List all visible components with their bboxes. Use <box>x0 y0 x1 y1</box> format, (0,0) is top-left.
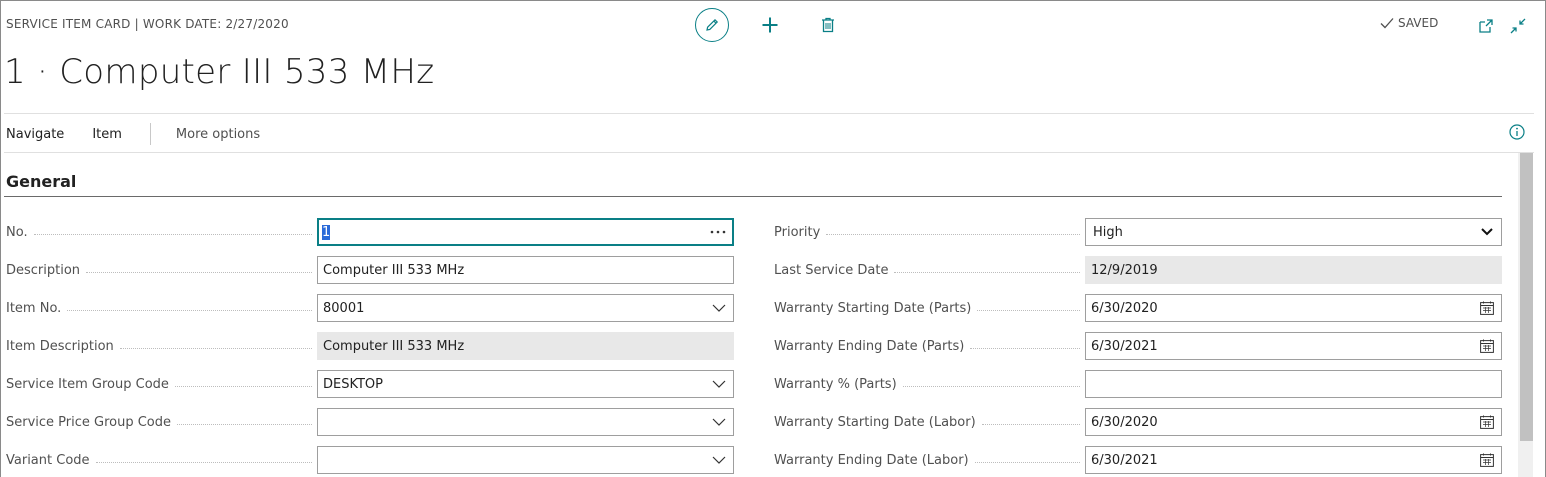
warranty-ending-date-parts-input[interactable]: 6/30/2021 <box>1085 332 1502 360</box>
item-no-dropdown-button[interactable] <box>705 295 733 321</box>
field-label-warranty-ending-date-parts: Warranty Ending Date (Parts) <box>774 332 1080 360</box>
last-service-date-field: 12/9/2019 <box>1085 256 1502 284</box>
service-item-group-code-dropdown-button[interactable] <box>705 371 733 397</box>
variant-code-dropdown-button[interactable] <box>705 447 733 473</box>
service-item-group-code-input[interactable]: DESKTOP <box>317 370 734 398</box>
item-no-input[interactable]: 80001 <box>317 294 734 322</box>
delete-icon <box>822 17 834 33</box>
edit-icon <box>706 18 719 31</box>
no-input[interactable]: 1 <box>317 218 734 246</box>
warranty-starting-date-labor-value: 6/30/2020 <box>1091 414 1158 430</box>
chevron-down-icon <box>1481 228 1493 236</box>
info-button[interactable] <box>1509 124 1525 140</box>
warranty-ending-date-parts-calendar-button[interactable] <box>1473 333 1501 359</box>
warranty-ending-date-labor-calendar-button[interactable] <box>1473 447 1501 473</box>
warranty-ending-date-labor-value: 6/30/2021 <box>1091 452 1158 468</box>
calendar-icon <box>1480 453 1494 467</box>
page-caption: SERVICE ITEM CARD | WORK DATE: 2/27/2020 <box>6 17 289 31</box>
scrollbar-thumb[interactable] <box>1520 153 1533 441</box>
edit-button[interactable] <box>695 8 729 42</box>
warranty-starting-date-parts-value: 6/30/2020 <box>1091 300 1158 316</box>
calendar-icon <box>1480 339 1494 353</box>
warranty-starting-date-parts-calendar-button[interactable] <box>1473 295 1501 321</box>
priority-dropdown-button[interactable] <box>1473 219 1501 245</box>
field-label-warranty-ending-date-labor: Warranty Ending Date (Labor) <box>774 446 1080 474</box>
field-label-last-service-date: Last Service Date <box>774 256 1080 284</box>
chevron-down-icon <box>712 418 726 426</box>
field-label-item-no: Item No. <box>6 294 312 322</box>
chevron-down-icon <box>712 304 726 312</box>
field-label-warranty-percent-parts: Warranty % (Parts) <box>774 370 1080 398</box>
service-item-group-code-value: DESKTOP <box>323 376 384 392</box>
service-price-group-code-input[interactable] <box>317 408 734 436</box>
field-label-variant-code: Variant Code <box>6 446 312 474</box>
checkmark-icon <box>1380 18 1394 29</box>
field-label-no: No. <box>6 218 312 246</box>
warranty-starting-date-labor-input[interactable]: 6/30/2020 <box>1085 408 1502 436</box>
open-new-window-icon <box>1479 19 1493 33</box>
warranty-percent-parts-input[interactable] <box>1085 370 1502 398</box>
priority-value: High <box>1093 224 1123 240</box>
ellipsis-icon <box>710 230 726 234</box>
lookup-button[interactable] <box>704 220 732 244</box>
field-label-warranty-starting-date-parts: Warranty Starting Date (Parts) <box>774 294 1080 322</box>
warranty-starting-date-labor-calendar-button[interactable] <box>1473 409 1501 435</box>
item-description-field: Computer III 533 MHz <box>317 332 734 360</box>
description-value: Computer III 533 MHz <box>323 262 465 278</box>
header-divider <box>4 113 1534 114</box>
info-icon <box>1509 124 1525 140</box>
service-price-group-code-dropdown-button[interactable] <box>705 409 733 435</box>
action-bar: Navigate Item More options <box>6 122 288 146</box>
field-label-description: Description <box>6 256 312 284</box>
header-actions <box>695 8 843 42</box>
calendar-icon <box>1480 415 1494 429</box>
actionbar-divider <box>4 152 1534 153</box>
more-options-menu[interactable]: More options <box>176 127 260 142</box>
field-label-service-item-group-code: Service Item Group Code <box>6 370 312 398</box>
chevron-down-icon <box>712 456 726 464</box>
item-menu[interactable]: Item <box>92 127 122 142</box>
field-label-priority: Priority <box>774 218 1080 246</box>
collapse-icon <box>1510 18 1526 34</box>
new-button[interactable] <box>755 8 785 42</box>
priority-select[interactable]: High <box>1085 218 1502 246</box>
warranty-ending-date-parts-value: 6/30/2021 <box>1091 338 1158 354</box>
field-label-warranty-starting-date-labor: Warranty Starting Date (Labor) <box>774 408 1080 436</box>
item-no-value: 80001 <box>323 300 365 316</box>
no-value: 1 <box>322 224 331 240</box>
chevron-down-icon <box>712 380 726 388</box>
item-description-value: Computer III 533 MHz <box>323 338 465 354</box>
section-title-general[interactable]: General <box>6 172 76 191</box>
saved-label: SAVED <box>1398 16 1439 30</box>
navigate-menu[interactable]: Navigate <box>6 127 64 142</box>
description-input[interactable]: Computer III 533 MHz <box>317 256 734 284</box>
collapse-button[interactable] <box>1508 16 1528 36</box>
page-title: 1 · Computer III 533 MHz <box>4 52 435 92</box>
warranty-starting-date-parts-input[interactable]: 6/30/2020 <box>1085 294 1502 322</box>
action-separator <box>149 123 151 145</box>
field-label-service-price-group-code: Service Price Group Code <box>6 408 312 436</box>
last-service-date-value: 12/9/2019 <box>1091 262 1158 278</box>
section-underline <box>4 196 1502 197</box>
add-icon <box>762 17 778 33</box>
warranty-ending-date-labor-input[interactable]: 6/30/2021 <box>1085 446 1502 474</box>
open-new-window-button[interactable] <box>1476 16 1496 36</box>
delete-button[interactable] <box>813 8 843 42</box>
calendar-icon <box>1480 301 1494 315</box>
field-label-item-description: Item Description <box>6 332 312 360</box>
saved-status: SAVED <box>1380 16 1438 30</box>
variant-code-input[interactable] <box>317 446 734 474</box>
